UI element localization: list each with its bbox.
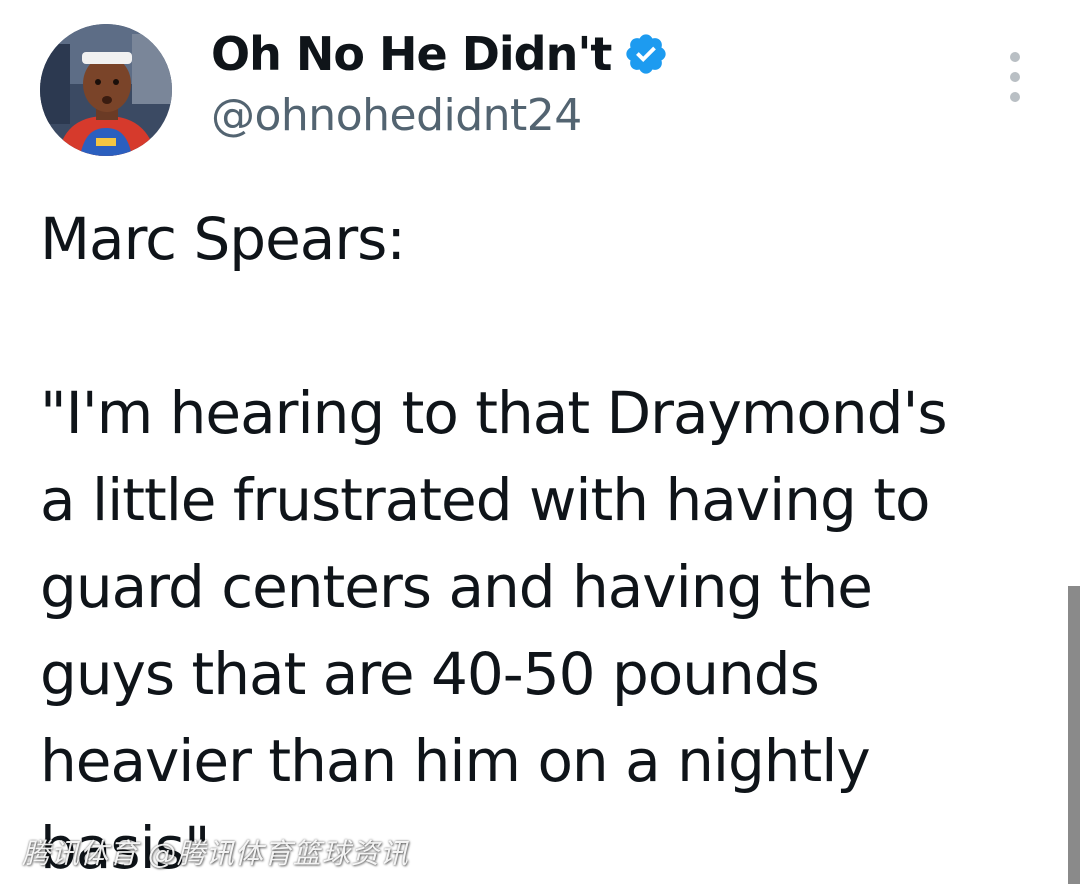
display-name[interactable]: Oh No He Didn't [211, 27, 612, 81]
dot [1010, 52, 1020, 62]
scrollbar[interactable] [1068, 586, 1080, 884]
more-vertical-icon[interactable] [1000, 52, 1030, 102]
dot [1010, 72, 1020, 82]
tweet-line [40, 283, 1050, 370]
player-portrait-avatar [40, 24, 172, 156]
author-handle[interactable]: @ohnohedidnt24 [211, 90, 582, 141]
tweet-text: Marc Spears: "I'm hearing to that Draymo… [40, 196, 1050, 892]
tweet-line: Marc Spears: [40, 205, 406, 273]
tweet-line: guys that are 40-50 pounds [40, 640, 820, 708]
tweet-line: guard centers and having the [40, 553, 873, 621]
tweet-line: heavier than him on a nightly [40, 727, 871, 795]
tweet-line: "I'm hearing to that Draymond's [40, 379, 948, 447]
avatar[interactable] [40, 24, 172, 156]
watermark: 腾讯体育 @腾讯体育篮球资讯 [22, 837, 409, 870]
tweet-card: Oh No He Didn't @ohnohedidnt24 Marc Spea… [0, 0, 1080, 884]
author-name-row: Oh No He Didn't [211, 22, 669, 86]
tweet-line: a little frustrated with having to [40, 466, 930, 534]
dot [1010, 92, 1020, 102]
verified-badge-icon [626, 34, 667, 74]
